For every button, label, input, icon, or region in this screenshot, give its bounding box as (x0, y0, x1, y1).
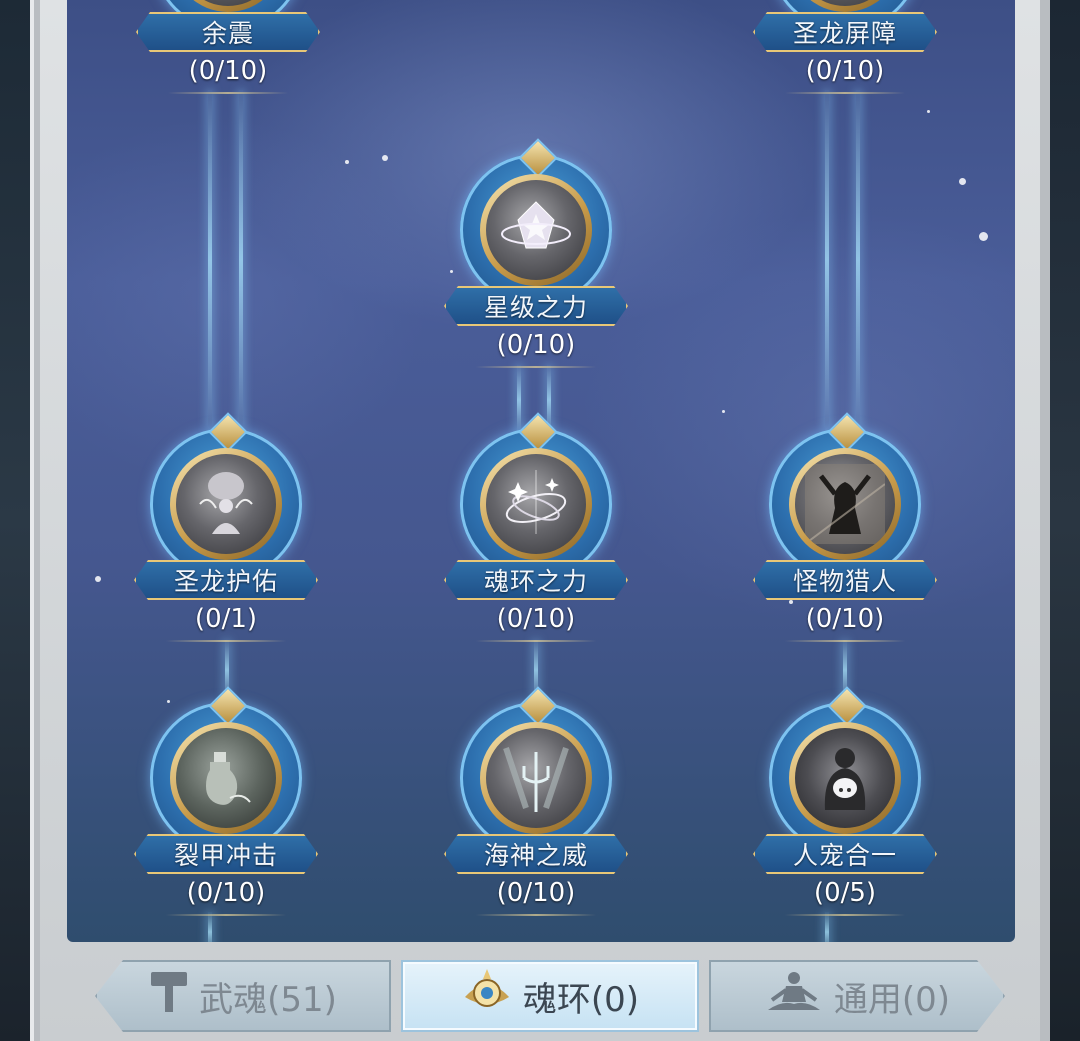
node-level: (0/10) (496, 878, 576, 908)
talent-node-xingji[interactable]: 星级之力 (0/10) (436, 154, 636, 374)
tab-wuhun[interactable]: 武魂(51) (95, 960, 391, 1032)
level-underline (785, 914, 905, 916)
node-name-plate: 圣龙屏障 (753, 12, 937, 52)
dragon-shield-icon (795, 0, 895, 6)
meditation-icon (764, 970, 824, 1023)
star (382, 155, 388, 161)
tab-bar: 武魂(51) 魂环(0) 通用(0) (95, 960, 1005, 1036)
star (722, 410, 725, 413)
tab-label: 通用(0) (833, 979, 951, 1020)
node-name: 人宠合一 (792, 841, 897, 870)
tab-label: 武魂(51) (199, 979, 337, 1020)
node-ring (150, 428, 302, 580)
background-right (1050, 0, 1080, 1041)
node-name: 星级之力 (483, 293, 588, 322)
talent-node-liejia[interactable]: 裂甲冲击 (0/10) (126, 702, 326, 922)
node-level: (0/10) (186, 878, 266, 908)
node-ring (769, 702, 921, 854)
talent-node-shenglong-huyou[interactable]: 圣龙护佑 (0/1) (126, 428, 326, 648)
soul-ring-badge-icon (461, 967, 513, 1026)
node-name: 余震 (201, 19, 254, 48)
node-name: 海神之威 (483, 841, 588, 870)
star-crystal-icon (486, 180, 586, 280)
quake-icon (178, 0, 278, 6)
node-name: 魂环之力 (483, 567, 588, 596)
talent-node-hunhuan[interactable]: 魂环之力 (0/10) (436, 428, 636, 648)
star (959, 178, 966, 185)
level-underline (476, 366, 596, 368)
connector-beam (239, 90, 243, 430)
node-name-plate: 怪物猎人 (753, 560, 937, 600)
monster-hunter-icon (795, 454, 895, 554)
node-level: (0/5) (813, 878, 877, 908)
talent-node-renchong[interactable]: 人宠合一 (0/5) (745, 702, 945, 922)
connector-beam (517, 365, 521, 435)
soul-ring-icon (486, 454, 586, 554)
talent-tree-area: 余震 (0/10) 圣龙屏障 (0/10) 星级之力 (0/10) 圣龙护佑 (… (67, 0, 1015, 942)
talent-node-yuzhen[interactable]: 余震 (0/10) (128, 0, 328, 100)
level-underline (476, 914, 596, 916)
tab-label: 魂环(0) (522, 979, 640, 1020)
node-name-plate: 圣龙护佑 (134, 560, 318, 600)
node-name-plate: 星级之力 (444, 286, 628, 326)
background-left (0, 0, 30, 1041)
node-ring (150, 702, 302, 854)
trident-icon (486, 728, 586, 828)
level-underline (166, 914, 286, 916)
node-name-plate: 裂甲冲击 (134, 834, 318, 874)
level-underline (168, 92, 288, 94)
level-underline (785, 640, 905, 642)
node-name-plate: 余震 (136, 12, 320, 52)
node-ring (460, 428, 612, 580)
node-ring (460, 702, 612, 854)
node-name: 圣龙护佑 (173, 567, 278, 596)
hammer-icon (149, 970, 189, 1023)
potion-strike-icon (176, 728, 276, 828)
connector-beam (208, 90, 212, 430)
node-name: 圣龙屏障 (792, 19, 897, 48)
node-level: (0/10) (805, 604, 885, 634)
connector-beam (825, 90, 829, 430)
node-name-plate: 魂环之力 (444, 560, 628, 600)
star (345, 160, 349, 164)
node-name-plate: 人宠合一 (753, 834, 937, 874)
node-ring (460, 154, 612, 306)
node-level: (0/1) (194, 604, 258, 634)
node-name: 怪物猎人 (792, 567, 897, 596)
level-underline (166, 640, 286, 642)
node-name: 裂甲冲击 (173, 841, 278, 870)
talent-node-haishen[interactable]: 海神之威 (0/10) (436, 702, 636, 922)
node-level: (0/10) (805, 56, 885, 86)
dragon-guardian-icon (176, 454, 276, 554)
level-underline (476, 640, 596, 642)
star (979, 232, 988, 241)
node-level: (0/10) (496, 330, 576, 360)
pet-fusion-icon (795, 728, 895, 828)
star (95, 576, 101, 582)
tab-hunhuan[interactable]: 魂环(0) (401, 960, 699, 1032)
node-level: (0/10) (188, 56, 268, 86)
node-name-plate: 海神之威 (444, 834, 628, 874)
star (927, 110, 930, 113)
level-underline (785, 92, 905, 94)
node-ring (769, 428, 921, 580)
tab-tongyong[interactable]: 通用(0) (709, 960, 1005, 1032)
talent-node-guaiwu-lieren[interactable]: 怪物猎人 (0/10) (745, 428, 945, 648)
talent-node-shenglong-pingzhang[interactable]: 圣龙屏障 (0/10) (745, 0, 945, 100)
connector-beam (856, 90, 860, 430)
node-level: (0/10) (496, 604, 576, 634)
